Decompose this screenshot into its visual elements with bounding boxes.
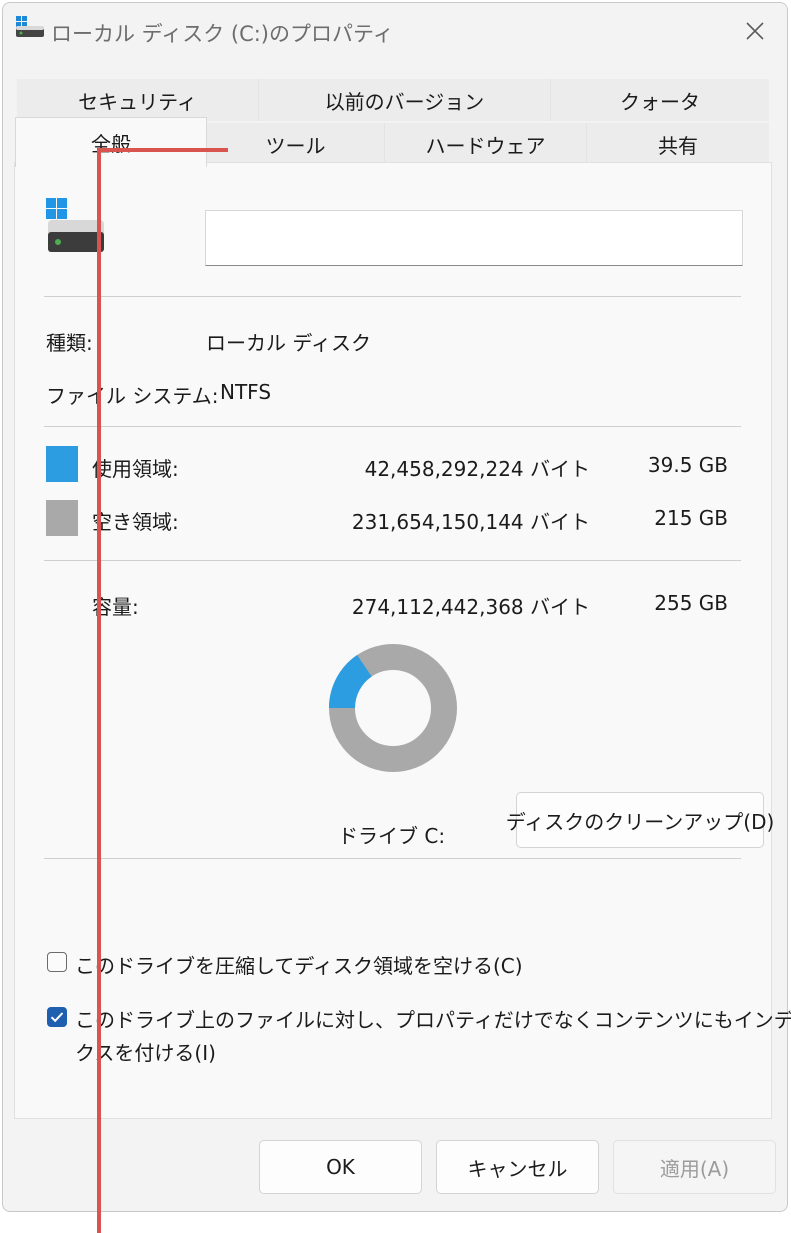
used-space-size: 39.5 GB [647, 453, 728, 477]
divider [44, 858, 741, 859]
index-label-line1[interactable]: このドライブ上のファイルに対し、プロパティだけでなくコンテンツにもインデッ [75, 1004, 791, 1033]
free-space-swatch [46, 500, 78, 536]
free-space-size: 215 GB [654, 506, 728, 530]
title-bar[interactable]: ローカル ディスク (C:)のプロパティ [3, 3, 787, 59]
tab-general[interactable]: 全般 [15, 117, 207, 167]
filesystem-label: ファイル システム: [46, 384, 219, 408]
used-space-swatch [46, 446, 78, 482]
tab-tools[interactable]: ツール [207, 123, 385, 165]
used-space-bytes: 42,458,292,224 バイト [364, 457, 590, 481]
type-label: 種類: [46, 331, 93, 355]
drive-icon [16, 16, 44, 37]
annotation-line [97, 148, 228, 152]
capacity-size: 255 GB [654, 591, 728, 615]
close-icon [746, 22, 764, 40]
window-title: ローカル ディスク (C:)のプロパティ [51, 22, 394, 46]
tab-security[interactable]: セキュリティ [17, 79, 259, 121]
filesystem-value: NTFS [220, 380, 272, 404]
divider [44, 560, 741, 561]
tab-sharing[interactable]: 共有 [587, 123, 769, 165]
tab-previous-versions[interactable]: 以前のバージョン [259, 79, 551, 121]
volume-name-input[interactable] [205, 210, 743, 266]
checkmark-icon [50, 1012, 64, 1023]
annotation-line [97, 148, 101, 1233]
ok-button[interactable]: OK [259, 1140, 422, 1194]
free-space-label: 空き領域: [92, 510, 179, 534]
compress-label[interactable]: このドライブを圧縮してディスク領域を空ける(C) [75, 950, 523, 979]
cancel-button[interactable]: キャンセル [436, 1140, 599, 1194]
type-value: ローカル ディスク [206, 331, 371, 355]
divider [44, 426, 741, 427]
divider [44, 296, 741, 297]
disk-cleanup-button[interactable]: ディスクのクリーンアップ(D) [506, 792, 774, 848]
usage-donut [329, 644, 457, 772]
drive-label: ドライブ C: [338, 824, 446, 848]
used-space-label: 使用領域: [92, 457, 179, 481]
free-space-bytes: 231,654,150,144 バイト [351, 510, 590, 534]
capacity-bytes: 274,112,442,368 バイト [351, 595, 590, 619]
tab-quota[interactable]: クォータ [551, 79, 769, 121]
compress-checkbox[interactable] [47, 952, 67, 972]
tab-hardware[interactable]: ハードウェア [385, 123, 587, 165]
apply-button[interactable]: 適用(A) [613, 1140, 776, 1194]
close-button[interactable] [733, 11, 777, 51]
index-checkbox[interactable] [47, 1007, 67, 1027]
